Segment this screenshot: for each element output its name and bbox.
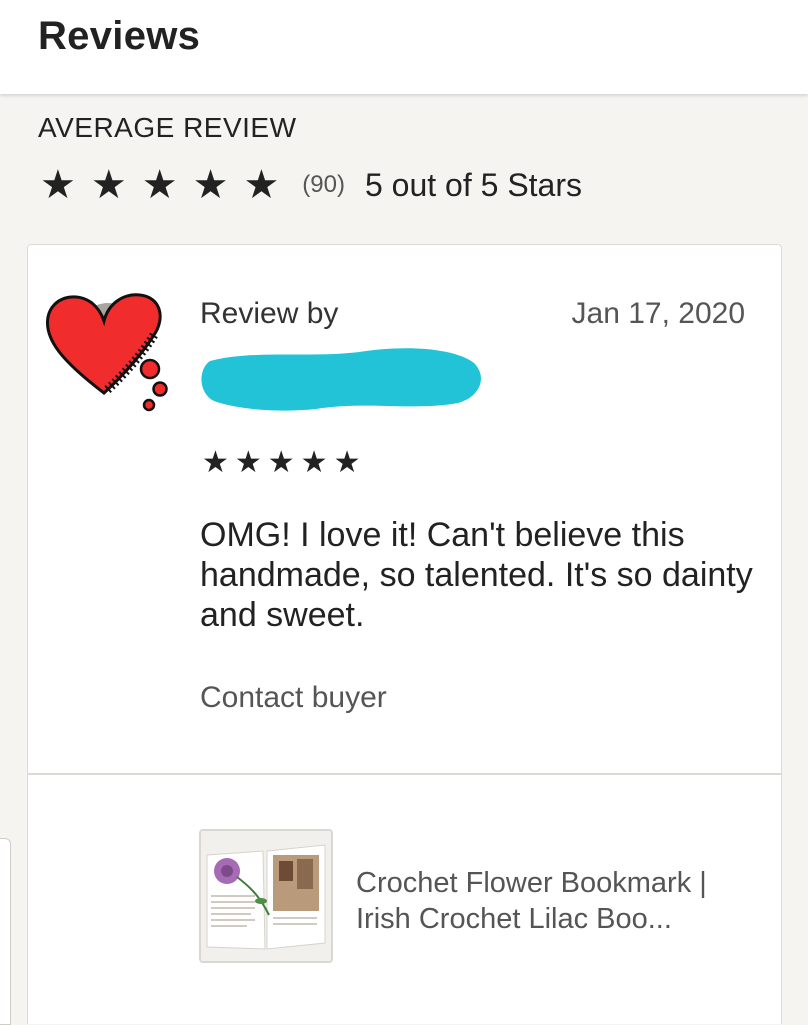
listing-title-link[interactable]: Crochet Flower Bookmark | Irish Crochet … (356, 865, 756, 937)
average-rating-row: ★ ★ ★ ★ ★ (90) 5 out of 5 Stars (40, 160, 582, 210)
average-review-label: AVERAGE REVIEW (38, 112, 297, 143)
listing-thumbnail[interactable] (199, 829, 333, 963)
page-title: Reviews (38, 14, 201, 58)
star-icon: ★ (141, 163, 178, 207)
review-by-label: Review by (200, 297, 339, 330)
star-icon: ★ (90, 163, 127, 207)
star-icon: ★ (243, 163, 280, 207)
heart-avatar-icon (45, 293, 168, 412)
review-card: Review by Jan 17, 2020 ★★★★★ OMG! I love… (27, 244, 782, 1024)
page-header: Reviews (0, 0, 808, 94)
review-date: Jan 17, 2020 (571, 297, 745, 330)
star-icon: ★ (192, 163, 229, 207)
side-edge (0, 838, 11, 1025)
review-count: (90) (302, 171, 345, 198)
review-rating-stars: ★★★★★ (202, 446, 367, 479)
divider (28, 773, 781, 775)
reviewer-avatar[interactable] (42, 275, 172, 415)
review-text: OMG! I love it! Can't believe this handm… (200, 516, 753, 634)
average-rating-text: 5 out of 5 Stars (364, 166, 582, 203)
star-icon: ★ (40, 163, 76, 207)
contact-buyer-link[interactable]: Contact buyer (200, 681, 387, 715)
reviewer-name-redaction (196, 343, 486, 415)
book-photo-icon (201, 831, 331, 961)
